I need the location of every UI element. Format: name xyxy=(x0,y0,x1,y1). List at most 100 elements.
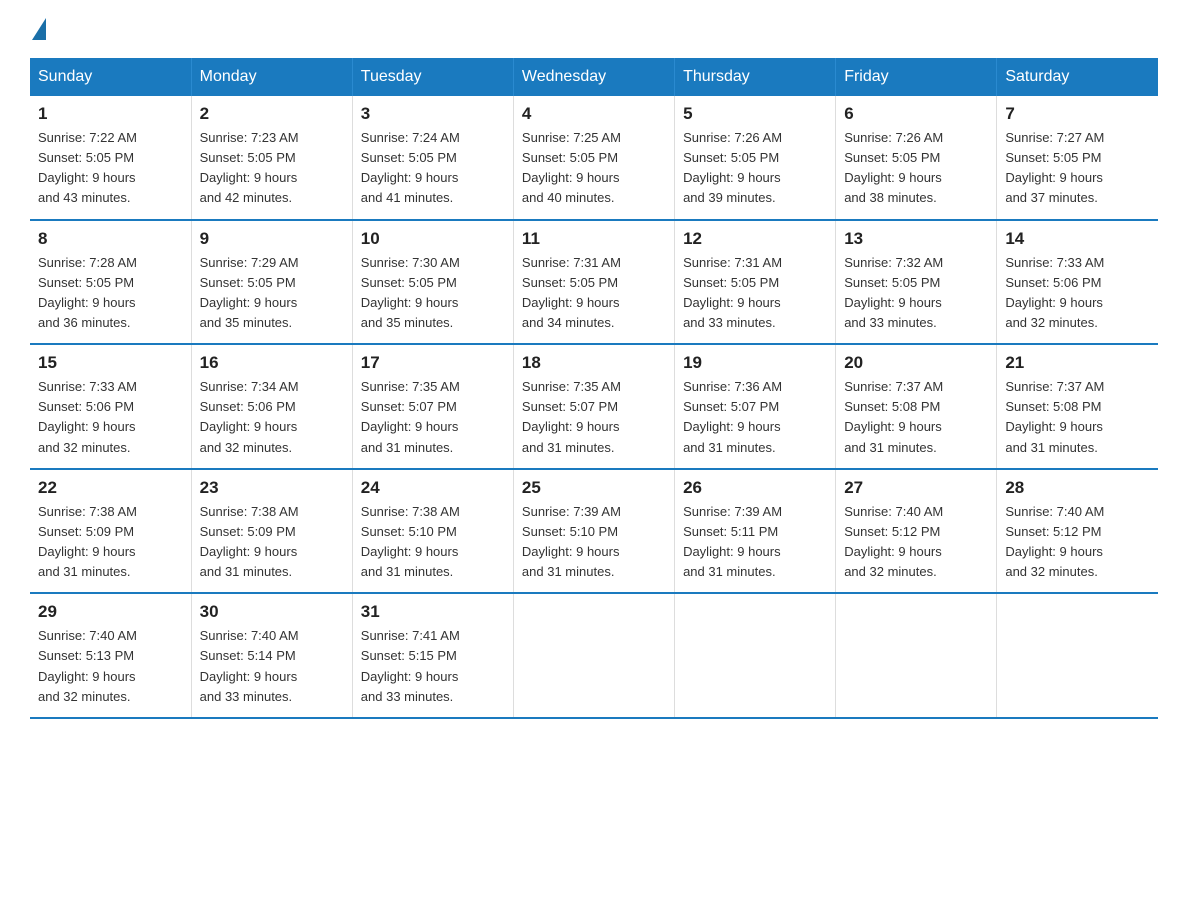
day-info: Sunrise: 7:38 AMSunset: 5:10 PMDaylight:… xyxy=(361,502,505,583)
calendar-cell xyxy=(513,593,674,718)
day-info: Sunrise: 7:41 AMSunset: 5:15 PMDaylight:… xyxy=(361,626,505,707)
weekday-header-thursday: Thursday xyxy=(675,58,836,96)
day-info: Sunrise: 7:33 AMSunset: 5:06 PMDaylight:… xyxy=(1005,253,1150,334)
calendar-cell: 15Sunrise: 7:33 AMSunset: 5:06 PMDayligh… xyxy=(30,344,191,469)
day-info: Sunrise: 7:31 AMSunset: 5:05 PMDaylight:… xyxy=(683,253,827,334)
day-info: Sunrise: 7:29 AMSunset: 5:05 PMDaylight:… xyxy=(200,253,344,334)
calendar-cell: 1 Sunrise: 7:22 AMSunset: 5:05 PMDaylight… xyxy=(30,96,191,220)
day-number: 21 xyxy=(1005,353,1150,373)
calendar-week-row: 1 Sunrise: 7:22 AMSunset: 5:05 PMDaylight… xyxy=(30,96,1158,220)
day-number: 3 xyxy=(361,104,505,124)
day-number: 29 xyxy=(38,602,183,622)
calendar-header-row: SundayMondayTuesdayWednesdayThursdayFrid… xyxy=(30,58,1158,96)
logo xyxy=(30,20,46,38)
day-number: 30 xyxy=(200,602,344,622)
day-number: 17 xyxy=(361,353,505,373)
calendar-cell: 12 Sunrise: 7:31 AMSunset: 5:05 PMDayligh… xyxy=(675,220,836,345)
calendar-cell: 21 Sunrise: 7:37 AMSunset: 5:08 PMDayligh… xyxy=(997,344,1158,469)
calendar-cell: 24 Sunrise: 7:38 AMSunset: 5:10 PMDayligh… xyxy=(352,469,513,594)
day-info: Sunrise: 7:31 AMSunset: 5:05 PMDaylight:… xyxy=(522,253,666,334)
calendar-cell: 6 Sunrise: 7:26 AMSunset: 5:05 PMDaylight… xyxy=(836,96,997,220)
weekday-header-tuesday: Tuesday xyxy=(352,58,513,96)
calendar-cell: 19 Sunrise: 7:36 AMSunset: 5:07 PMDayligh… xyxy=(675,344,836,469)
day-number: 22 xyxy=(38,478,183,498)
calendar-cell xyxy=(997,593,1158,718)
day-info: Sunrise: 7:40 AMSunset: 5:12 PMDaylight:… xyxy=(844,502,988,583)
day-number: 13 xyxy=(844,229,988,249)
calendar-week-row: 8Sunrise: 7:28 AMSunset: 5:05 PMDaylight… xyxy=(30,220,1158,345)
day-number: 25 xyxy=(522,478,666,498)
calendar-cell: 25 Sunrise: 7:39 AMSunset: 5:10 PMDayligh… xyxy=(513,469,674,594)
calendar-cell: 18 Sunrise: 7:35 AMSunset: 5:07 PMDayligh… xyxy=(513,344,674,469)
day-info: Sunrise: 7:39 AMSunset: 5:10 PMDaylight:… xyxy=(522,502,666,583)
day-info: Sunrise: 7:37 AMSunset: 5:08 PMDaylight:… xyxy=(1005,377,1150,458)
calendar-cell xyxy=(675,593,836,718)
day-info: Sunrise: 7:38 AMSunset: 5:09 PMDaylight:… xyxy=(38,502,183,583)
weekday-header-wednesday: Wednesday xyxy=(513,58,674,96)
day-info: Sunrise: 7:26 AMSunset: 5:05 PMDaylight:… xyxy=(844,128,988,209)
day-info: Sunrise: 7:27 AMSunset: 5:05 PMDaylight:… xyxy=(1005,128,1150,209)
calendar-week-row: 15Sunrise: 7:33 AMSunset: 5:06 PMDayligh… xyxy=(30,344,1158,469)
calendar-cell: 16 Sunrise: 7:34 AMSunset: 5:06 PMDayligh… xyxy=(191,344,352,469)
day-info: Sunrise: 7:34 AMSunset: 5:06 PMDaylight:… xyxy=(200,377,344,458)
day-number: 16 xyxy=(200,353,344,373)
day-info: Sunrise: 7:40 AMSunset: 5:12 PMDaylight:… xyxy=(1005,502,1150,583)
day-number: 28 xyxy=(1005,478,1150,498)
calendar-cell: 13Sunrise: 7:32 AMSunset: 5:05 PMDayligh… xyxy=(836,220,997,345)
weekday-header-sunday: Sunday xyxy=(30,58,191,96)
day-number: 11 xyxy=(522,229,666,249)
calendar-cell: 20 Sunrise: 7:37 AMSunset: 5:08 PMDayligh… xyxy=(836,344,997,469)
page-header xyxy=(30,20,1158,38)
calendar-cell: 22 Sunrise: 7:38 AMSunset: 5:09 PMDayligh… xyxy=(30,469,191,594)
day-info: Sunrise: 7:26 AMSunset: 5:05 PMDaylight:… xyxy=(683,128,827,209)
day-number: 4 xyxy=(522,104,666,124)
day-number: 6 xyxy=(844,104,988,124)
calendar-table: SundayMondayTuesdayWednesdayThursdayFrid… xyxy=(30,58,1158,719)
day-info: Sunrise: 7:40 AMSunset: 5:14 PMDaylight:… xyxy=(200,626,344,707)
day-number: 10 xyxy=(361,229,505,249)
calendar-cell: 29 Sunrise: 7:40 AMSunset: 5:13 PMDayligh… xyxy=(30,593,191,718)
calendar-cell: 11 Sunrise: 7:31 AMSunset: 5:05 PMDayligh… xyxy=(513,220,674,345)
calendar-cell xyxy=(836,593,997,718)
day-info: Sunrise: 7:35 AMSunset: 5:07 PMDaylight:… xyxy=(522,377,666,458)
logo-triangle-icon xyxy=(32,18,46,40)
day-number: 7 xyxy=(1005,104,1150,124)
calendar-cell: 10 Sunrise: 7:30 AMSunset: 5:05 PMDayligh… xyxy=(352,220,513,345)
day-info: Sunrise: 7:37 AMSunset: 5:08 PMDaylight:… xyxy=(844,377,988,458)
day-info: Sunrise: 7:22 AMSunset: 5:05 PMDaylight:… xyxy=(38,128,183,209)
calendar-cell: 27 Sunrise: 7:40 AMSunset: 5:12 PMDayligh… xyxy=(836,469,997,594)
day-number: 8 xyxy=(38,229,183,249)
day-number: 14 xyxy=(1005,229,1150,249)
calendar-cell: 4Sunrise: 7:25 AMSunset: 5:05 PMDaylight… xyxy=(513,96,674,220)
calendar-cell: 2Sunrise: 7:23 AMSunset: 5:05 PMDaylight… xyxy=(191,96,352,220)
day-info: Sunrise: 7:23 AMSunset: 5:05 PMDaylight:… xyxy=(200,128,344,209)
calendar-cell: 5 Sunrise: 7:26 AMSunset: 5:05 PMDaylight… xyxy=(675,96,836,220)
calendar-cell: 14 Sunrise: 7:33 AMSunset: 5:06 PMDayligh… xyxy=(997,220,1158,345)
day-info: Sunrise: 7:39 AMSunset: 5:11 PMDaylight:… xyxy=(683,502,827,583)
day-number: 20 xyxy=(844,353,988,373)
day-info: Sunrise: 7:38 AMSunset: 5:09 PMDaylight:… xyxy=(200,502,344,583)
calendar-cell: 7 Sunrise: 7:27 AMSunset: 5:05 PMDaylight… xyxy=(997,96,1158,220)
calendar-cell: 30 Sunrise: 7:40 AMSunset: 5:14 PMDayligh… xyxy=(191,593,352,718)
calendar-cell: 8Sunrise: 7:28 AMSunset: 5:05 PMDaylight… xyxy=(30,220,191,345)
day-info: Sunrise: 7:24 AMSunset: 5:05 PMDaylight:… xyxy=(361,128,505,209)
calendar-cell: 28 Sunrise: 7:40 AMSunset: 5:12 PMDayligh… xyxy=(997,469,1158,594)
weekday-header-saturday: Saturday xyxy=(997,58,1158,96)
day-info: Sunrise: 7:36 AMSunset: 5:07 PMDaylight:… xyxy=(683,377,827,458)
day-number: 5 xyxy=(683,104,827,124)
day-number: 26 xyxy=(683,478,827,498)
day-info: Sunrise: 7:30 AMSunset: 5:05 PMDaylight:… xyxy=(361,253,505,334)
day-info: Sunrise: 7:35 AMSunset: 5:07 PMDaylight:… xyxy=(361,377,505,458)
weekday-header-monday: Monday xyxy=(191,58,352,96)
day-number: 1 xyxy=(38,104,183,124)
day-number: 24 xyxy=(361,478,505,498)
day-number: 9 xyxy=(200,229,344,249)
day-info: Sunrise: 7:40 AMSunset: 5:13 PMDaylight:… xyxy=(38,626,183,707)
day-number: 19 xyxy=(683,353,827,373)
calendar-cell: 3 Sunrise: 7:24 AMSunset: 5:05 PMDaylight… xyxy=(352,96,513,220)
calendar-cell: 26 Sunrise: 7:39 AMSunset: 5:11 PMDayligh… xyxy=(675,469,836,594)
day-number: 18 xyxy=(522,353,666,373)
day-number: 12 xyxy=(683,229,827,249)
day-number: 27 xyxy=(844,478,988,498)
calendar-cell: 17 Sunrise: 7:35 AMSunset: 5:07 PMDayligh… xyxy=(352,344,513,469)
